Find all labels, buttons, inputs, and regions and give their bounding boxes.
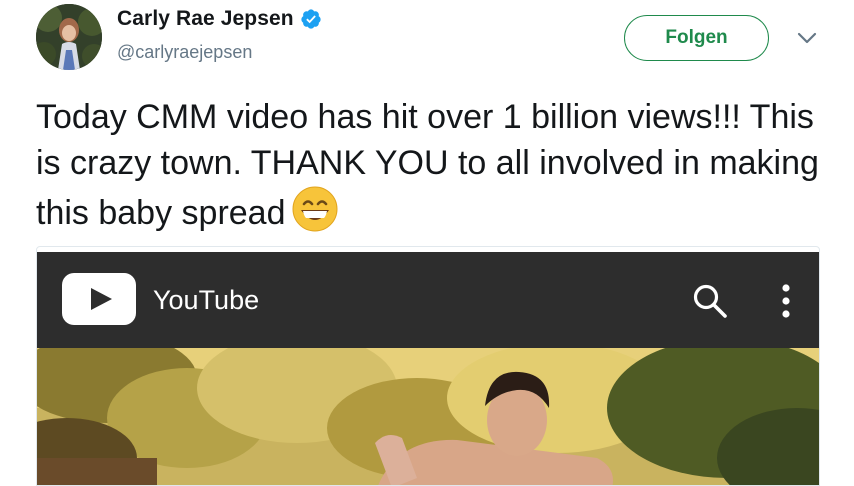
youtube-logo-icon[interactable] (62, 273, 136, 325)
video-thumbnail[interactable] (37, 348, 820, 486)
follow-button[interactable]: Folgen (624, 15, 769, 61)
youtube-header-bar: YouTube (37, 252, 819, 348)
more-vertical-icon[interactable] (777, 282, 795, 320)
verified-badge-icon (301, 9, 321, 29)
tweet-body: Today CMM video has hit over 1 billion v… (36, 98, 819, 232)
chevron-down-icon[interactable] (796, 30, 818, 46)
grinning-face-icon (292, 186, 337, 232)
avatar[interactable] (36, 4, 102, 70)
author-handle[interactable]: @carlyraejepsen (117, 42, 252, 63)
youtube-app-name: YouTube (153, 285, 260, 315)
media-card[interactable]: YouTube (36, 246, 820, 486)
author-name-row: Carly Rae Jepsen (117, 7, 322, 31)
search-icon[interactable] (691, 282, 729, 320)
tweet-text: Today CMM video has hit over 1 billion v… (36, 94, 826, 236)
author-display-name[interactable]: Carly Rae Jepsen (117, 7, 294, 31)
